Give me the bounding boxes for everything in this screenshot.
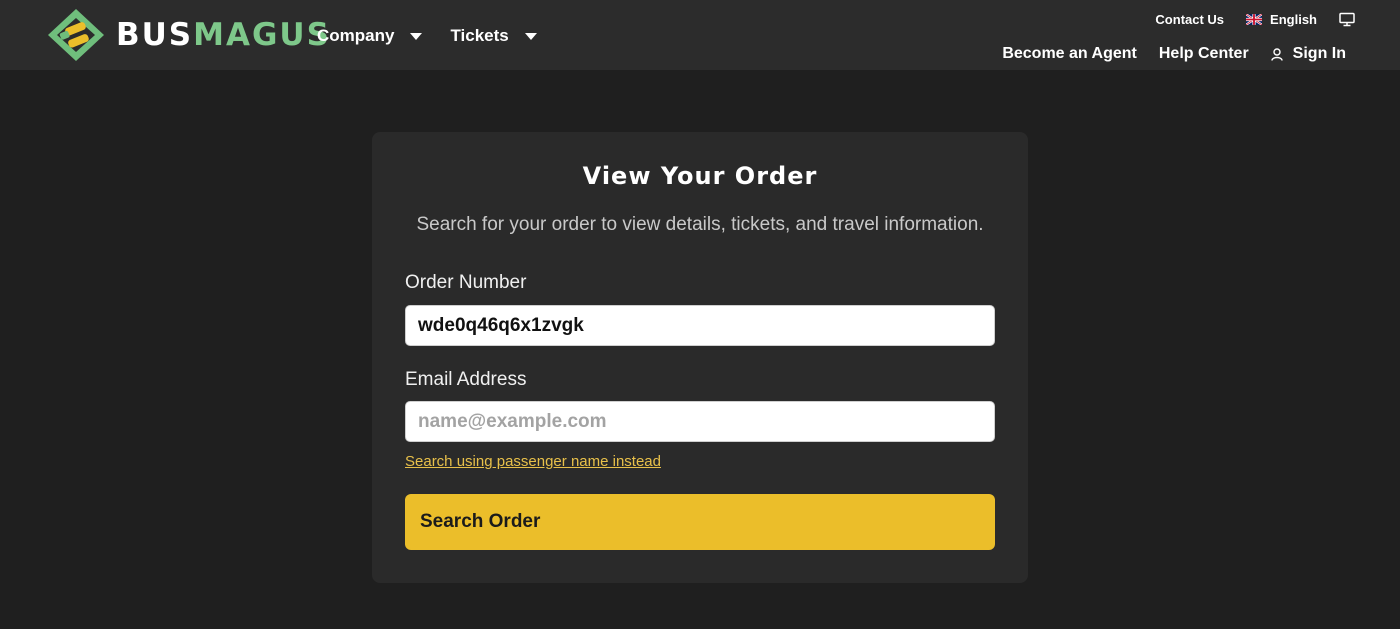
language-label: English xyxy=(1270,12,1317,27)
logo-text-magus: MAGUS xyxy=(193,17,331,53)
logo-text-bus: BUS xyxy=(116,17,194,53)
user-icon xyxy=(1270,47,1283,61)
uk-flag-icon xyxy=(1246,14,1263,25)
account-nav: Become an Agent Help Center Sign In xyxy=(1002,45,1346,63)
utility-nav: Contact Us English xyxy=(1155,12,1355,27)
site-header: BUSMAGUS Company Tickets Contact Us Engl… xyxy=(0,0,1400,70)
order-number-input[interactable] xyxy=(405,305,995,346)
chevron-down-icon xyxy=(524,32,537,40)
nav-company-label: Company xyxy=(317,26,395,45)
search-order-button[interactable]: Search Order xyxy=(405,494,995,550)
main-nav: Company Tickets xyxy=(317,26,537,46)
monitor-icon[interactable] xyxy=(1339,12,1355,27)
nav-tickets-label: Tickets xyxy=(450,26,509,45)
help-center-link[interactable]: Help Center xyxy=(1159,45,1249,63)
order-number-label: Order Number xyxy=(405,272,527,293)
logo-text: BUSMAGUS xyxy=(116,17,331,53)
search-by-passenger-link[interactable]: Search using passenger name instead xyxy=(405,453,661,470)
become-agent-link[interactable]: Become an Agent xyxy=(1002,45,1137,63)
logo-mark-icon xyxy=(48,9,104,61)
sign-in-link[interactable]: Sign In xyxy=(1270,45,1346,63)
page-title: View Your Order xyxy=(582,162,818,190)
contact-us-link[interactable]: Contact Us xyxy=(1155,12,1224,27)
view-order-card: View Your Order Search for your order to… xyxy=(372,132,1028,583)
language-selector[interactable]: English xyxy=(1246,12,1317,27)
page-subtitle: Search for your order to view details, t… xyxy=(416,214,984,235)
nav-company-dropdown[interactable]: Company xyxy=(317,26,423,46)
nav-tickets-dropdown[interactable]: Tickets xyxy=(450,26,537,46)
chevron-down-icon xyxy=(410,32,423,40)
busmagus-logo[interactable]: BUSMAGUS xyxy=(46,8,331,62)
sign-in-label: Sign In xyxy=(1292,45,1346,62)
email-address-input[interactable] xyxy=(405,401,995,442)
email-address-label: Email Address xyxy=(405,369,527,390)
